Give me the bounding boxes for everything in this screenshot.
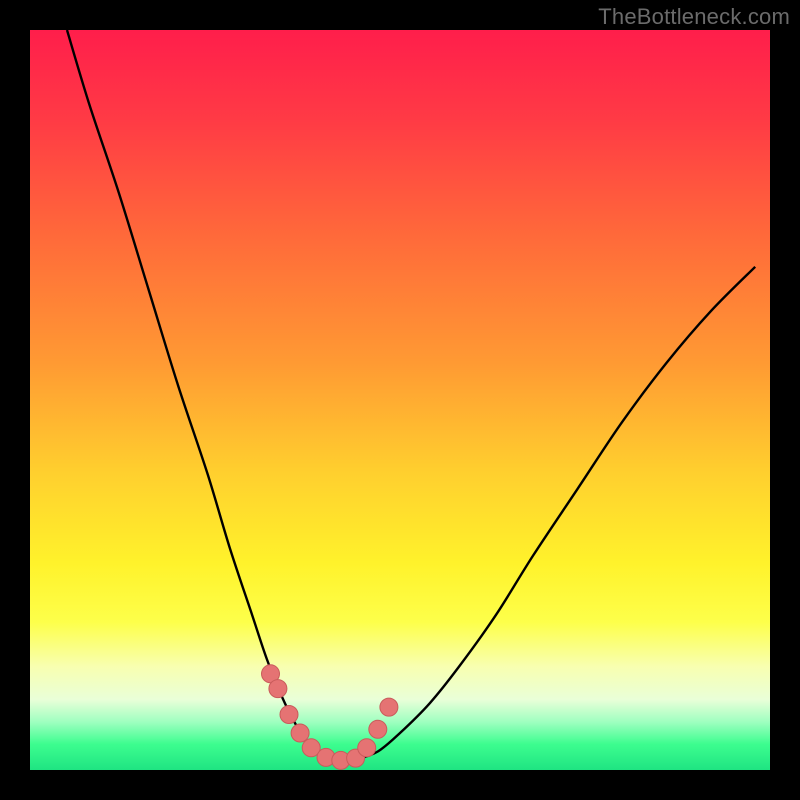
watermark-text: TheBottleneck.com <box>598 4 790 30</box>
marker-point <box>280 706 298 724</box>
bottleneck-curve <box>67 30 755 761</box>
marker-point <box>269 680 287 698</box>
marker-point <box>358 739 376 757</box>
marker-point <box>291 724 309 742</box>
marker-point <box>369 720 387 738</box>
marker-point <box>380 698 398 716</box>
curve-layer <box>30 30 770 770</box>
plot-area <box>30 30 770 770</box>
chart-frame: TheBottleneck.com <box>0 0 800 800</box>
marker-group <box>262 665 398 770</box>
